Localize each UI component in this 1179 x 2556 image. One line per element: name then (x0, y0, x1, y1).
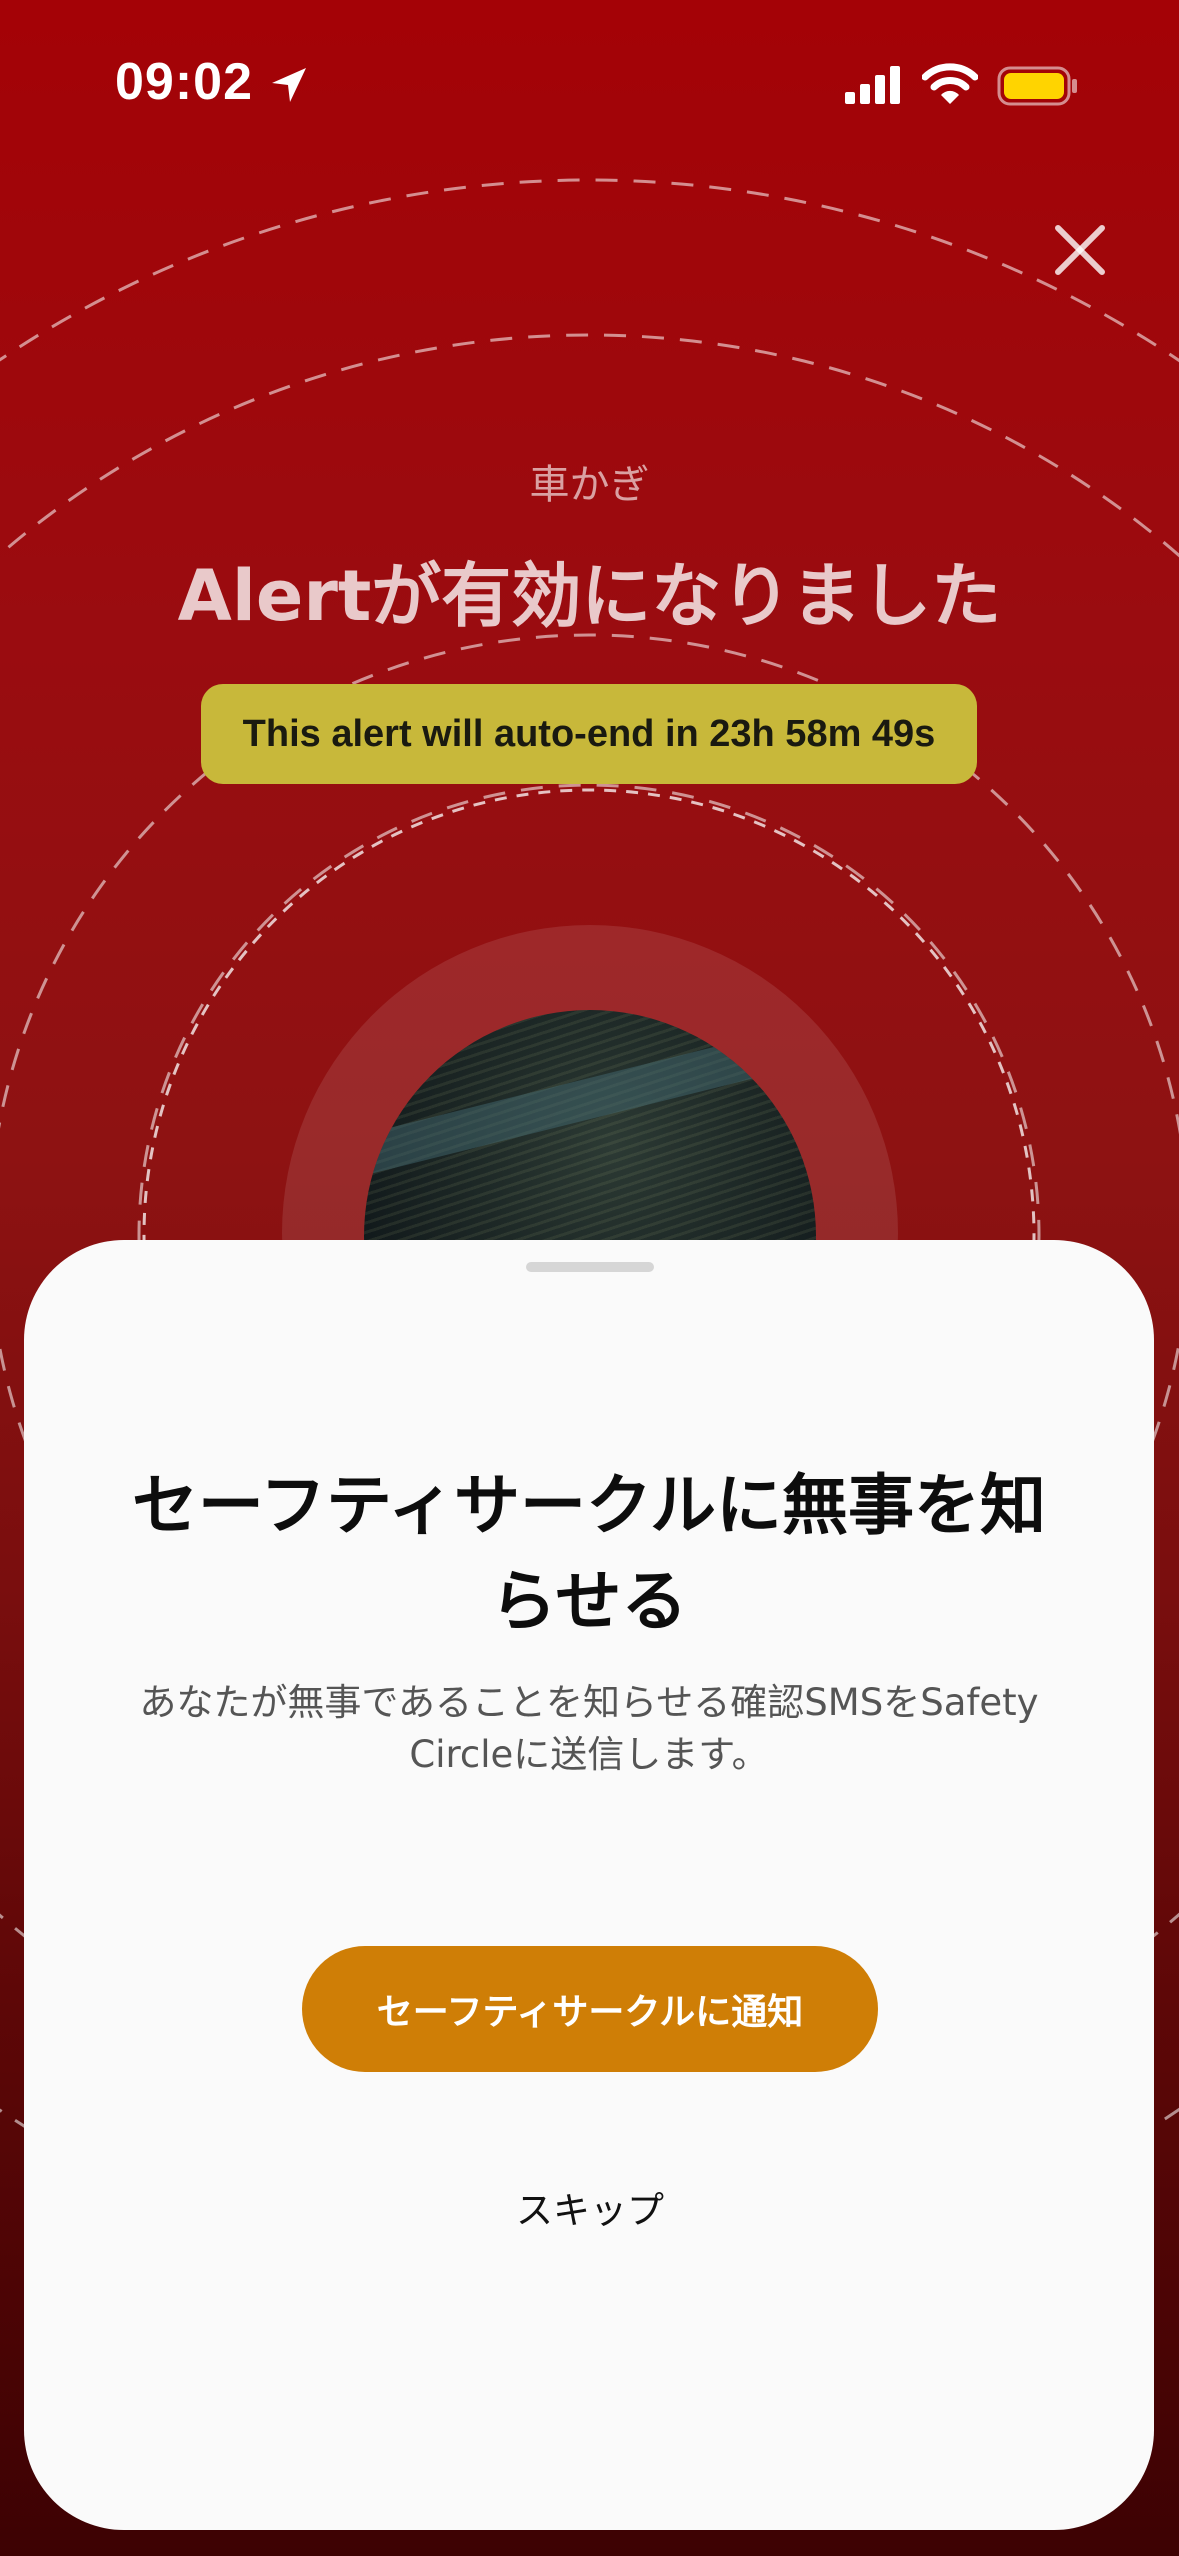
alert-title: Alertが有効になりました (177, 555, 1002, 637)
sheet-drag-handle[interactable] (526, 1262, 654, 1272)
sheet-description: あなたが無事であることを知らせる確認SMSをSafety Circleに送信しま… (139, 1681, 1039, 1776)
sheet-title: セーフティサークルに無事を知らせる (131, 1467, 1047, 1640)
alert-subtitle: 車かぎ (529, 462, 650, 508)
alert-screen: 09:02 車かぎ Alertが有効になりました This alert will… (0, 0, 1179, 2556)
location-arrow-icon (272, 68, 306, 102)
wifi-icon (922, 63, 978, 104)
cellular-signal-icon (845, 66, 900, 104)
close-button[interactable] (1040, 210, 1120, 290)
bottom-sheet: セーフティサークルに無事を知らせる あなたが無事であることを知らせる確認SMSを… (24, 1240, 1154, 2530)
close-icon (1055, 225, 1105, 275)
skip-button[interactable]: スキップ (440, 2180, 740, 2234)
status-bar: 09:02 (0, 0, 1179, 170)
status-time: 09:02 (115, 53, 253, 111)
notify-safety-circle-button[interactable]: セーフティサークルに通知 (302, 1946, 878, 2072)
auto-end-badge: This alert will auto-end in 23h 58m 49s (201, 684, 977, 784)
battery-icon (997, 66, 1077, 106)
